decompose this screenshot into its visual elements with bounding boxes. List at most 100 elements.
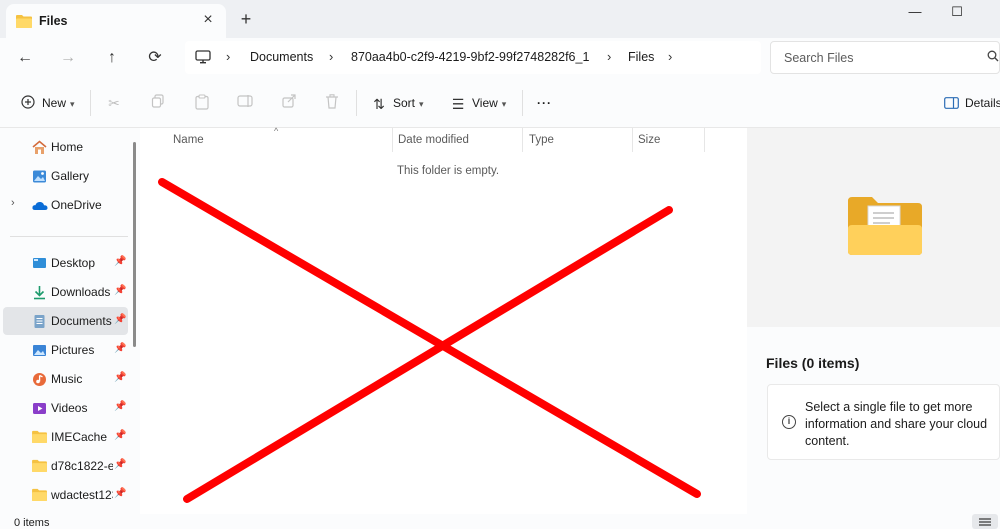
sidebar-item-imecache[interactable]: IMECache 📌: [3, 423, 128, 451]
column-header-name[interactable]: Name: [173, 134, 204, 146]
details-label: Details: [965, 96, 1000, 110]
plus-circle-icon: [20, 95, 36, 113]
onedrive-icon: [32, 198, 48, 213]
column-header-date-modified[interactable]: Date modified: [398, 134, 469, 146]
details-preview: [747, 128, 1000, 327]
breadcrumb-separator[interactable]: ›: [226, 49, 230, 64]
this-pc-icon[interactable]: [195, 50, 211, 68]
maximize-button[interactable]: ☐: [942, 2, 972, 24]
search-placeholder: Search Files: [784, 51, 854, 65]
rename-icon[interactable]: [236, 94, 254, 112]
more-options-button[interactable]: ···: [537, 94, 552, 114]
navigation-pane: Home Gallery › OneDrive Desktop 📌 Downlo…: [0, 128, 140, 514]
refresh-button[interactable]: ⟳: [143, 46, 167, 70]
sidebar-item-videos[interactable]: Videos 📌: [3, 394, 128, 422]
sidebar-item-label: IMECache: [51, 430, 108, 444]
close-tab-icon[interactable]: ×: [198, 10, 218, 30]
forward-button[interactable]: →: [56, 46, 80, 70]
sort-ascending-icon: ^: [274, 126, 279, 136]
chevron-down-icon: ▾: [419, 98, 424, 109]
sidebar-item-label: d78c1822-e0(: [51, 459, 113, 473]
sidebar-item-gallery[interactable]: Gallery: [3, 162, 128, 190]
chevron-down-icon: ▾: [501, 98, 507, 109]
cut-icon[interactable]: ✂: [105, 94, 123, 112]
column-divider[interactable]: [632, 128, 633, 152]
breadcrumb-separator[interactable]: ›: [668, 49, 672, 64]
documents-icon: [32, 314, 47, 329]
details-title: Files (0 items): [766, 355, 860, 371]
breadcrumb-separator[interactable]: ›: [607, 49, 611, 64]
sidebar-item-pictures[interactable]: Pictures 📌: [3, 336, 128, 364]
address-bar[interactable]: › Documents › 870aa4b0-c2f9-4219-9bf2-99…: [185, 41, 761, 74]
file-explorer-window: Files × + — ☐ ← → ↑ ⟳ › Documents › 870a…: [0, 0, 1000, 529]
pin-icon[interactable]: 📌: [114, 314, 126, 325]
toolbar-divider: [356, 90, 357, 116]
chevron-right-icon[interactable]: ›: [11, 197, 15, 209]
details-info-text: Select a single file to get more informa…: [805, 400, 988, 448]
new-tab-button[interactable]: +: [236, 9, 256, 29]
column-divider[interactable]: [392, 128, 393, 152]
pin-icon[interactable]: 📌: [114, 256, 126, 267]
sort-button[interactable]: ⇅ Sort ▾: [371, 94, 424, 114]
share-icon[interactable]: [280, 94, 298, 112]
search-input[interactable]: Search Files: [770, 41, 1000, 74]
sidebar-item-home[interactable]: Home: [3, 133, 128, 161]
sidebar-item-desktop[interactable]: Desktop 📌: [3, 249, 128, 277]
minimize-button[interactable]: —: [900, 2, 930, 24]
downloads-icon: [32, 285, 47, 300]
column-divider[interactable]: [704, 128, 705, 152]
chevron-down-icon: ▾: [70, 98, 75, 109]
pin-icon[interactable]: 📌: [114, 488, 126, 499]
sidebar-item-wdactest123[interactable]: wdactest123 📌: [3, 481, 128, 509]
search-icon[interactable]: [987, 50, 999, 65]
details-view-button[interactable]: [972, 514, 998, 529]
home-icon: [32, 140, 47, 155]
back-button[interactable]: ←: [13, 46, 37, 70]
new-label: New: [42, 96, 67, 110]
sidebar-item-downloads[interactable]: Downloads 📌: [3, 278, 128, 306]
view-button[interactable]: ☰ View ▾: [450, 94, 507, 114]
file-list[interactable]: ^ Name Date modified Type Size This fold…: [143, 126, 747, 514]
sidebar-item-label: Gallery: [51, 169, 90, 183]
paste-icon[interactable]: [193, 94, 211, 112]
pin-icon[interactable]: 📌: [114, 401, 126, 412]
delete-icon[interactable]: [323, 94, 341, 112]
new-button[interactable]: New ▾: [20, 94, 75, 114]
copy-icon[interactable]: [149, 94, 167, 112]
pin-icon[interactable]: 📌: [114, 285, 126, 296]
sidebar-item-d78c1822-folder[interactable]: d78c1822-e0( 📌: [3, 452, 128, 480]
info-icon: i: [782, 415, 796, 429]
tab-title: Files: [39, 14, 68, 28]
breadcrumb-documents[interactable]: Documents: [250, 50, 313, 64]
pin-icon[interactable]: 📌: [114, 372, 126, 383]
pin-icon[interactable]: 📌: [114, 459, 126, 470]
column-header-type[interactable]: Type: [529, 134, 554, 146]
column-divider[interactable]: [522, 128, 523, 152]
list-view-icon: [979, 518, 991, 526]
close-window-button[interactable]: [984, 2, 1000, 24]
empty-folder-message: This folder is empty.: [397, 165, 500, 177]
sidebar-item-label: Desktop: [51, 256, 96, 270]
pin-icon[interactable]: 📌: [114, 430, 126, 441]
item-count: 0 items: [14, 517, 50, 529]
up-button[interactable]: ↑: [100, 46, 124, 70]
folder-icon: [16, 14, 32, 31]
sidebar-scrollbar[interactable]: [133, 142, 136, 347]
breadcrumb-guid-folder[interactable]: 870aa4b0-c2f9-4219-9bf2-99f2748282f6_1: [351, 50, 589, 64]
navigation-bar: ← → ↑ ⟳ › Documents › 870aa4b0-c2f9-4219…: [0, 38, 1000, 78]
sidebar-item-label: Videos: [51, 401, 88, 415]
sidebar-item-onedrive[interactable]: › OneDrive: [3, 191, 128, 219]
breadcrumb-separator[interactable]: ›: [329, 49, 333, 64]
sidebar-item-label: Documents: [51, 314, 112, 328]
column-header-size[interactable]: Size: [638, 134, 660, 146]
breadcrumb-files[interactable]: Files: [628, 50, 654, 64]
videos-icon: [32, 401, 47, 416]
pin-icon[interactable]: 📌: [114, 343, 126, 354]
sidebar-item-documents[interactable]: Documents 📌: [3, 307, 128, 335]
sidebar-item-music[interactable]: Music 📌: [3, 365, 128, 393]
toolbar-divider: [90, 90, 91, 116]
tab-files[interactable]: Files ×: [6, 4, 226, 38]
folder-preview-icon: [846, 195, 924, 260]
details-pane-button[interactable]: Details: [943, 94, 1000, 114]
sidebar-item-label: Downloads: [51, 285, 111, 299]
